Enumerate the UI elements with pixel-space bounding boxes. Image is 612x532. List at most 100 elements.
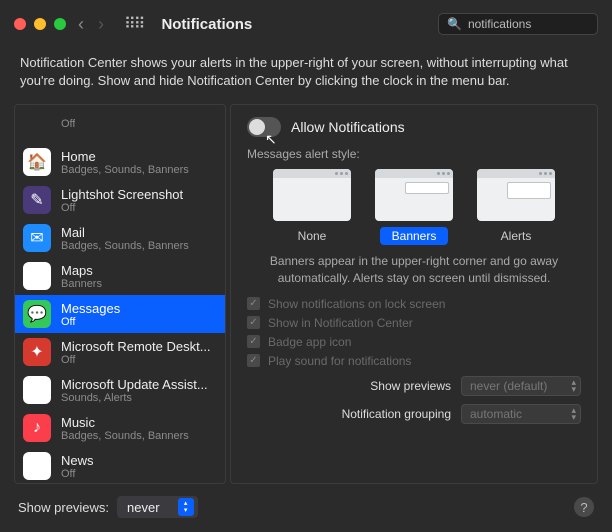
toggle-knob: [249, 119, 265, 135]
alert-style-option[interactable]: Banners: [375, 169, 453, 245]
app-row[interactable]: N NewsOff: [15, 447, 225, 484]
description-text: Notification Center shows your alerts in…: [0, 48, 612, 104]
allow-label: Allow Notifications: [291, 119, 405, 135]
app-name: News: [61, 453, 94, 468]
app-subtitle: Off: [61, 316, 120, 328]
app-row[interactable]: 🏠 HomeBadges, Sounds, Banners: [15, 143, 225, 181]
checkbox[interactable]: ✓: [247, 354, 260, 367]
app-subtitle: Off: [61, 468, 94, 480]
window-title: Notifications: [161, 16, 252, 33]
show-all-icon[interactable]: ⠿⠿: [124, 14, 143, 34]
alert-style-options: None Banners Alerts: [247, 169, 581, 245]
checkbox-row[interactable]: ✓ Show in Notification Center: [247, 316, 581, 330]
app-subtitle: Off: [61, 354, 211, 366]
alert-style-name: None: [286, 227, 339, 245]
app-text: MessagesOff: [61, 301, 120, 328]
app-text: MusicBadges, Sounds, Banners: [61, 415, 189, 442]
app-subtitle: Sounds, Alerts: [61, 392, 208, 404]
app-text: MapsBanners: [61, 263, 102, 290]
alert-style-header: Messages alert style:: [247, 147, 581, 161]
checkbox-label: Badge app icon: [268, 335, 351, 349]
allow-toggle[interactable]: [247, 117, 281, 137]
app-list[interactable]: Off🏠HomeBadges, Sounds, Banners✎Lightsho…: [14, 104, 226, 484]
grouping-row: Notification grouping automatic▴▾: [247, 404, 581, 424]
chevron-updown-icon: ▴▾: [571, 407, 576, 421]
app-subtitle: Badges, Sounds, Banners: [61, 430, 189, 442]
checkbox[interactable]: ✓: [247, 297, 260, 310]
app-icon: ✎: [23, 186, 51, 214]
detail-pane: Allow Notifications ↖ Messages alert sty…: [230, 104, 598, 484]
alert-style-preview: [375, 169, 453, 221]
app-row[interactable]: ⊞ Microsoft Update Assist...Sounds, Alert…: [15, 371, 225, 409]
traffic-lights: [14, 18, 66, 30]
minimize-window-button[interactable]: [34, 18, 46, 30]
app-row[interactable]: Off: [15, 105, 225, 143]
app-text: Microsoft Remote Deskt...Off: [61, 339, 211, 366]
checkbox[interactable]: ✓: [247, 316, 260, 329]
alert-style-help: Banners appear in the upper-right corner…: [247, 253, 581, 287]
app-subtitle: Badges, Sounds, Banners: [61, 240, 189, 252]
alert-style-preview: [273, 169, 351, 221]
chevron-updown-icon: ▴▾: [178, 498, 194, 516]
app-name: Mail: [61, 225, 189, 240]
previews-select[interactable]: never (default)▴▾: [461, 376, 581, 396]
search-field[interactable]: 🔍 ✕: [438, 13, 598, 35]
app-text: Microsoft Update Assist...Sounds, Alerts: [61, 377, 208, 404]
app-name: Music: [61, 415, 189, 430]
app-icon: 🗺: [23, 262, 51, 290]
alert-style-preview: [477, 169, 555, 221]
close-window-button[interactable]: [14, 18, 26, 30]
app-icon: 💬: [23, 300, 51, 328]
forward-button[interactable]: ›: [96, 14, 106, 35]
app-name: Maps: [61, 263, 102, 278]
back-button[interactable]: ‹: [76, 14, 86, 35]
alert-style-option[interactable]: Alerts: [477, 169, 555, 245]
app-name: Home: [61, 149, 189, 164]
search-input[interactable]: [468, 17, 612, 31]
checkbox-row[interactable]: ✓ Show notifications on lock screen: [247, 297, 581, 311]
alert-style-option[interactable]: None: [273, 169, 351, 245]
grouping-label: Notification grouping: [342, 407, 451, 421]
app-icon: [23, 110, 51, 138]
app-row[interactable]: 💬 MessagesOff: [15, 295, 225, 333]
app-text: MailBadges, Sounds, Banners: [61, 225, 189, 252]
footer-previews-label: Show previews:: [18, 500, 109, 515]
app-name: Microsoft Update Assist...: [61, 377, 208, 392]
app-row[interactable]: ✦Microsoft Remote Deskt...Off: [15, 333, 225, 371]
app-text: NewsOff: [61, 453, 94, 480]
checkbox-label: Show notifications on lock screen: [268, 297, 445, 311]
footer: Show previews: never ▴▾ ?: [0, 484, 612, 530]
app-icon: N: [23, 452, 51, 480]
app-subtitle: Off: [61, 118, 75, 130]
checkbox-label: Play sound for notifications: [268, 354, 411, 368]
app-subtitle: Off: [61, 202, 183, 214]
footer-previews-value: never: [127, 500, 160, 515]
grouping-select[interactable]: automatic▴▾: [461, 404, 581, 424]
app-text: HomeBadges, Sounds, Banners: [61, 149, 189, 176]
zoom-window-button[interactable]: [54, 18, 66, 30]
checkbox[interactable]: ✓: [247, 335, 260, 348]
previews-row: Show previews never (default)▴▾: [247, 376, 581, 396]
app-icon: ✉: [23, 224, 51, 252]
app-text: Lightshot ScreenshotOff: [61, 187, 183, 214]
main-content: Off🏠HomeBadges, Sounds, Banners✎Lightsho…: [0, 104, 612, 484]
allow-row: Allow Notifications: [247, 117, 581, 137]
app-icon: 🏠: [23, 148, 51, 176]
app-name: Messages: [61, 301, 120, 316]
app-row[interactable]: 🗺 MapsBanners: [15, 257, 225, 295]
app-icon: ⊞: [23, 376, 51, 404]
checkbox-row[interactable]: ✓ Play sound for notifications: [247, 354, 581, 368]
checkbox-label: Show in Notification Center: [268, 316, 413, 330]
alert-style-name: Alerts: [489, 227, 544, 245]
app-row[interactable]: ✉ MailBadges, Sounds, Banners: [15, 219, 225, 257]
app-text: Off: [61, 118, 75, 130]
checkbox-row[interactable]: ✓ Badge app icon: [247, 335, 581, 349]
help-button[interactable]: ?: [574, 497, 594, 517]
search-icon: 🔍: [447, 17, 462, 31]
app-row[interactable]: ✎ Lightshot ScreenshotOff: [15, 181, 225, 219]
app-row[interactable]: ♪ MusicBadges, Sounds, Banners: [15, 409, 225, 447]
app-icon: ♪: [23, 414, 51, 442]
footer-previews-select[interactable]: never ▴▾: [117, 496, 198, 518]
app-subtitle: Badges, Sounds, Banners: [61, 164, 189, 176]
app-subtitle: Banners: [61, 278, 102, 290]
